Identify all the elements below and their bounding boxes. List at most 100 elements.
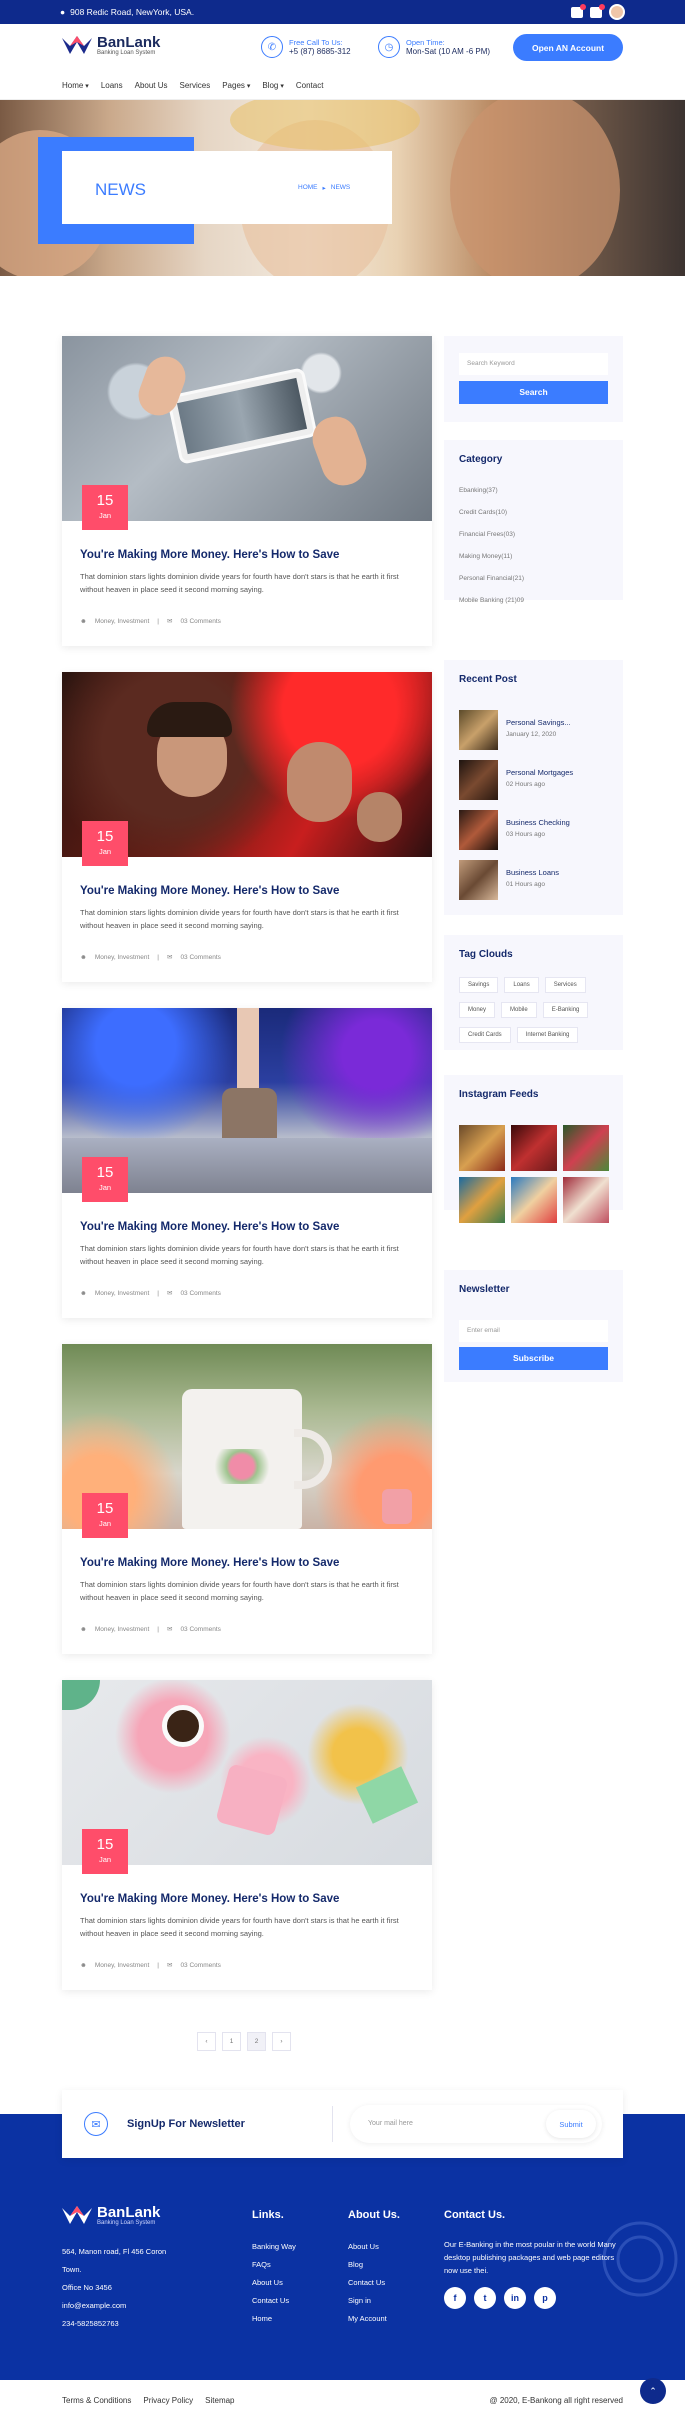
instagram-image[interactable] <box>511 1177 557 1223</box>
footer-link[interactable]: About Us <box>348 2238 400 2256</box>
pagination-prev[interactable]: ‹ <box>197 2032 216 2051</box>
subscribe-button[interactable]: Subscribe <box>459 1347 608 1370</box>
pagination-next[interactable]: › <box>272 2032 291 2051</box>
recent-post-title[interactable]: Business Loans <box>506 868 559 877</box>
logo-mark-icon <box>62 2206 92 2224</box>
post-comments[interactable]: 03 Comments <box>180 618 220 625</box>
instagram-image[interactable] <box>563 1177 609 1223</box>
twitter-icon[interactable]: t <box>474 2287 496 2309</box>
category-item[interactable]: Making Money(11) <box>459 553 524 560</box>
recent-post[interactable]: Business Loans 01 Hours ago <box>459 860 559 900</box>
nav-services[interactable]: Services <box>180 81 211 90</box>
search-button[interactable]: Search <box>459 381 608 404</box>
recent-post[interactable]: Personal Savings... January 12, 2020 <box>459 710 571 750</box>
category-item[interactable]: Personal Financial(21) <box>459 575 524 582</box>
mail-icon[interactable] <box>571 3 586 18</box>
footer-link[interactable]: Sign in <box>348 2292 400 2310</box>
footer-link[interactable]: About Us <box>252 2274 296 2292</box>
user-icon: ☻ <box>80 1961 87 1969</box>
copyright: @ 2020, E-Bankong all right reserved <box>489 2396 623 2405</box>
instagram-image[interactable] <box>459 1177 505 1223</box>
footer-link[interactable]: My Account <box>348 2310 400 2328</box>
post-category[interactable]: Money, Investment <box>95 1626 149 1633</box>
pinterest-icon[interactable]: p <box>534 2287 556 2309</box>
post-title[interactable]: You're Making More Money. Here's How to … <box>80 1557 339 1569</box>
open-account-button[interactable]: Open AN Account <box>513 34 623 61</box>
avatar[interactable] <box>609 4 625 20</box>
breadcrumb-home[interactable]: HOME <box>298 184 318 192</box>
post-comments[interactable]: 03 Comments <box>180 1962 220 1969</box>
terms-link[interactable]: Terms & Conditions <box>62 2396 131 2405</box>
pagination-page-active[interactable]: 2 <box>247 2032 266 2051</box>
post-title[interactable]: You're Making More Money. Here's How to … <box>80 549 339 561</box>
category-item[interactable]: Ebanking(37) <box>459 487 524 494</box>
post-title[interactable]: You're Making More Money. Here's How to … <box>80 1221 339 1233</box>
nav-pages[interactable]: Pages <box>222 81 250 90</box>
post-category[interactable]: Money, Investment <box>95 954 149 961</box>
footer-link[interactable]: Contact Us <box>348 2274 400 2292</box>
top-icons <box>571 3 625 20</box>
tag[interactable]: Mobile <box>501 1002 537 1018</box>
post-category[interactable]: Money, Investment <box>95 1962 149 1969</box>
tag[interactable]: Savings <box>459 977 499 993</box>
category-item[interactable]: Mobile Banking (21)09 <box>459 597 524 604</box>
footer-link[interactable]: FAQs <box>252 2256 296 2274</box>
sitemap-link[interactable]: Sitemap <box>205 2396 234 2405</box>
nav-about[interactable]: About Us <box>135 81 168 90</box>
recent-post-thumb <box>459 760 498 800</box>
post-title[interactable]: You're Making More Money. Here's How to … <box>80 885 339 897</box>
nav-contact[interactable]: Contact <box>296 81 324 90</box>
category-item[interactable]: Credit Cards(10) <box>459 509 524 516</box>
nav-blog[interactable]: Blog <box>262 81 283 90</box>
post-category[interactable]: Money, Investment <box>95 1290 149 1297</box>
recent-title: Recent Post <box>459 674 517 685</box>
newsletter-title: Newsletter <box>459 1284 510 1295</box>
newsletter-email-input[interactable]: Enter email <box>459 1320 608 1342</box>
nav-home[interactable]: Home <box>62 81 89 90</box>
post-title[interactable]: You're Making More Money. Here's How to … <box>80 1893 339 1905</box>
call-value[interactable]: +5 (87) 8685-312 <box>289 47 351 56</box>
recent-post-title[interactable]: Business Checking <box>506 818 570 827</box>
tag[interactable]: Money <box>459 1002 496 1018</box>
tag[interactable]: Internet Banking <box>516 1027 579 1043</box>
call-info: ✆ Free Call To Us: +5 (87) 8685-312 <box>261 36 351 58</box>
tag[interactable]: Credit Cards <box>459 1027 511 1043</box>
pagination-page[interactable]: 1 <box>222 2032 241 2051</box>
footer-link[interactable]: Blog <box>348 2256 400 2274</box>
privacy-link[interactable]: Privacy Policy <box>143 2396 193 2405</box>
instagram-image[interactable] <box>511 1125 557 1171</box>
footer-phone[interactable]: 234-5825852763 <box>62 2315 202 2333</box>
newsletter-bar-input[interactable]: Your mail here Submit <box>350 2105 602 2143</box>
recent-post[interactable]: Business Checking 03 Hours ago <box>459 810 570 850</box>
nav-loans[interactable]: Loans <box>101 81 123 90</box>
footer-links: Links. Banking Way FAQs About Us Contact… <box>252 2206 296 2328</box>
footer-link[interactable]: Banking Way <box>252 2238 296 2256</box>
facebook-icon[interactable]: f <box>444 2287 466 2309</box>
footer-logo[interactable]: BanLank Banking Loan System <box>62 2205 160 2226</box>
category-item[interactable]: Financial Frees(03) <box>459 531 524 538</box>
post-day: 15 <box>96 1836 114 1853</box>
instagram-image[interactable] <box>459 1125 505 1171</box>
search-input[interactable]: Search Keyword <box>459 353 608 375</box>
instagram-image[interactable] <box>563 1125 609 1171</box>
footer-link[interactable]: Home <box>252 2310 296 2328</box>
newsletter-submit-button[interactable]: Submit <box>546 2110 596 2138</box>
post-comments[interactable]: 03 Comments <box>180 954 220 961</box>
scroll-to-top-icon[interactable]: ⌃ <box>640 2378 666 2404</box>
pagination: ‹ 1 2 › <box>197 2032 291 2051</box>
recent-post-date: 01 Hours ago <box>506 881 546 888</box>
post-comments[interactable]: 03 Comments <box>180 1626 220 1633</box>
footer-email[interactable]: info@example.com <box>62 2297 202 2315</box>
recent-post[interactable]: Personal Mortgages 02 Hours ago <box>459 760 573 800</box>
post-comments[interactable]: 03 Comments <box>180 1290 220 1297</box>
bell-icon[interactable] <box>590 3 605 18</box>
tag[interactable]: Services <box>544 977 586 993</box>
recent-post-title[interactable]: Personal Mortgages <box>506 768 573 777</box>
tag[interactable]: E-Banking <box>542 1002 589 1018</box>
logo[interactable]: BanLank Banking Loan System <box>62 35 160 56</box>
tag[interactable]: Loans <box>504 977 539 993</box>
footer-link[interactable]: Contact Us <box>252 2292 296 2310</box>
recent-post-title[interactable]: Personal Savings... <box>506 718 571 727</box>
linkedin-icon[interactable]: in <box>504 2287 526 2309</box>
post-category[interactable]: Money, Investment <box>95 618 149 625</box>
